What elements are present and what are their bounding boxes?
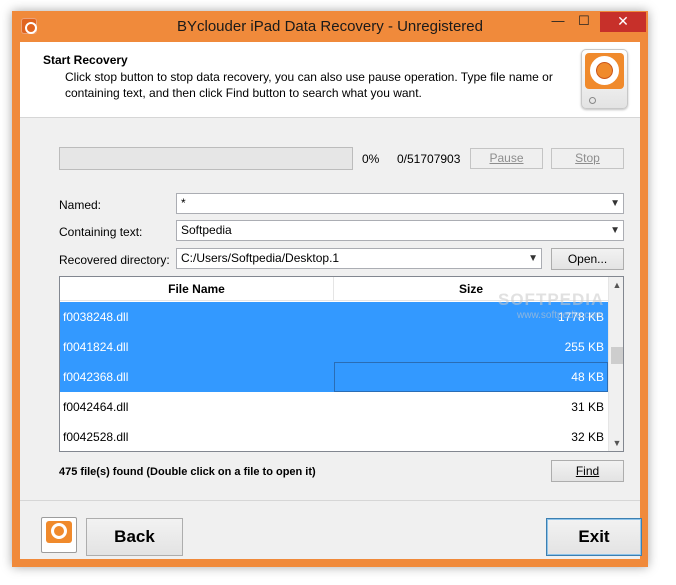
table-row[interactable]: f0041824.dll 255 KB bbox=[60, 332, 608, 362]
title-bar[interactable]: BYclouder iPad Data Recovery - Unregiste… bbox=[12, 11, 648, 42]
scroll-down-icon[interactable]: ▼ bbox=[609, 435, 623, 451]
back-button[interactable]: Back bbox=[86, 518, 183, 556]
file-name-cell: f0042464.dll bbox=[63, 400, 129, 414]
file-name-cell: f0042528.dll bbox=[63, 430, 129, 444]
file-name-cell: f0041824.dll bbox=[63, 340, 129, 354]
named-value: * bbox=[181, 196, 186, 210]
file-name-cell: f0038248.dll bbox=[63, 310, 129, 324]
footer-divider bbox=[20, 500, 640, 501]
open-button-label: Open... bbox=[567, 252, 608, 266]
column-header-file-name[interactable]: File Name bbox=[60, 277, 334, 301]
close-icon[interactable]: ✕ bbox=[600, 12, 646, 32]
page-title: Start Recovery bbox=[43, 53, 128, 67]
named-combo[interactable]: * ▼ bbox=[176, 193, 624, 214]
find-button-label: Find bbox=[575, 464, 600, 478]
app-window: BYclouder iPad Data Recovery - Unregiste… bbox=[12, 11, 648, 567]
lifebuoy-icon bbox=[41, 517, 77, 553]
dialog-client: Start Recovery Click stop button to stop… bbox=[20, 42, 642, 559]
vertical-scrollbar[interactable]: ▲ ▼ bbox=[608, 277, 623, 451]
recovered-directory-value: C:/Users/Softpedia/Desktop.1 bbox=[181, 251, 340, 265]
containing-text-value: Softpedia bbox=[181, 223, 232, 237]
recovered-directory-label: Recovered directory: bbox=[59, 253, 170, 267]
file-size-cell: 32 KB bbox=[571, 430, 604, 444]
table-row[interactable]: f0042464.dll 31 KB bbox=[60, 392, 608, 422]
page-description: Click stop button to stop data recovery,… bbox=[65, 70, 553, 100]
chevron-down-icon[interactable]: ▼ bbox=[528, 249, 538, 268]
status-text: 475 file(s) found (Double click on a fil… bbox=[59, 466, 316, 478]
scroll-up-icon[interactable]: ▲ bbox=[609, 277, 623, 293]
progress-count: 0/51707903 bbox=[397, 152, 461, 166]
file-size-cell: 48 KB bbox=[571, 370, 604, 384]
file-size-cell: 31 KB bbox=[571, 400, 604, 414]
wizard-header: Start Recovery Click stop button to stop… bbox=[20, 42, 640, 118]
file-name-cell: f0042368.dll bbox=[63, 370, 129, 384]
watermark-brand: SOFTPEDIA bbox=[498, 290, 605, 309]
stop-button-label: Stop bbox=[575, 151, 600, 165]
find-button[interactable]: Find bbox=[551, 460, 624, 482]
recovery-progress-bar bbox=[59, 147, 353, 170]
recovered-directory-combo[interactable]: C:/Users/Softpedia/Desktop.1 ▼ bbox=[176, 248, 542, 269]
containing-text-combo[interactable]: Softpedia ▼ bbox=[176, 220, 624, 241]
maximize-icon[interactable]: ☐ bbox=[571, 12, 597, 32]
named-label: Named: bbox=[59, 198, 102, 212]
scrollbar-thumb[interactable] bbox=[611, 347, 623, 364]
minimize-icon[interactable]: — bbox=[545, 12, 571, 32]
chevron-down-icon[interactable]: ▼ bbox=[610, 221, 620, 240]
stop-button[interactable]: Stop bbox=[551, 148, 624, 169]
exit-button[interactable]: Exit bbox=[546, 518, 642, 556]
table-row[interactable]: f0042528.dll 32 KB bbox=[60, 422, 608, 451]
table-row[interactable]: f0042368.dll 48 KB bbox=[60, 362, 608, 392]
containing-text-label: Containing text: bbox=[59, 225, 143, 239]
chevron-down-icon[interactable]: ▼ bbox=[610, 194, 620, 213]
progress-percent: 0% bbox=[362, 152, 380, 166]
lifebuoy-icon bbox=[581, 49, 628, 109]
pause-button-label: Pause bbox=[489, 151, 524, 165]
table-body: f0038248.dll 1778 KB f0041824.dll 255 KB… bbox=[60, 302, 608, 451]
watermark-url: www.softpedia.com bbox=[517, 310, 604, 321]
open-button[interactable]: Open... bbox=[551, 248, 624, 270]
pause-button[interactable]: Pause bbox=[470, 148, 543, 169]
file-size-cell: 255 KB bbox=[564, 340, 604, 354]
